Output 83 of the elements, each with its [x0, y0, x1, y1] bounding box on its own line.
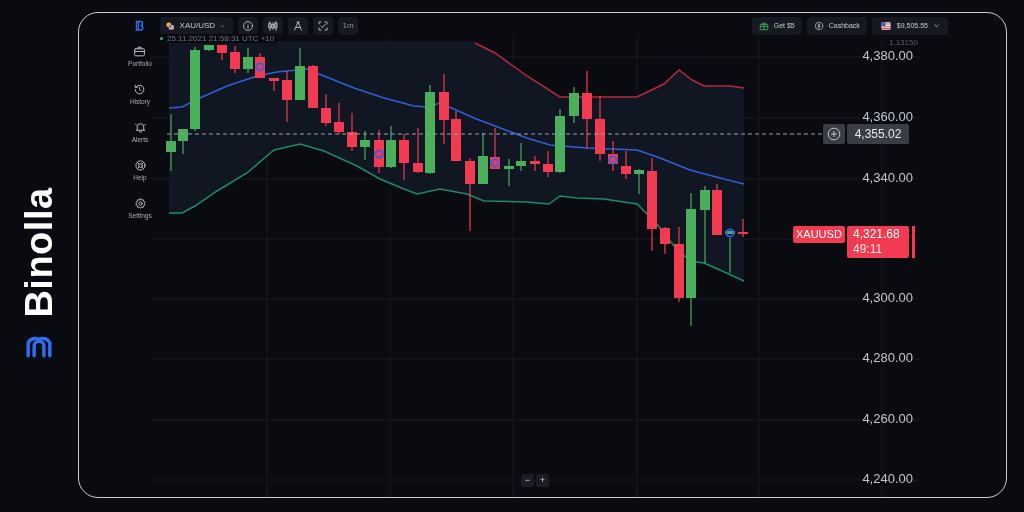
settings-icon — [133, 197, 147, 210]
candle — [347, 112, 357, 152]
price-axis-label: 4,240.00 — [861, 471, 913, 486]
candle — [230, 45, 240, 74]
candle — [490, 127, 500, 170]
candle — [178, 128, 188, 155]
price-axis-label: 4,340.00 — [861, 170, 913, 185]
candle — [660, 226, 670, 255]
brand-logo-text: Binolla — [17, 186, 61, 318]
candle — [374, 129, 384, 174]
candle — [204, 44, 214, 52]
candle — [269, 77, 279, 92]
trade-marker-icon — [490, 158, 500, 168]
timeframe-button[interactable]: 1m — [338, 16, 358, 35]
candle — [569, 86, 579, 124]
trade-marker-icon — [255, 62, 265, 72]
candle — [243, 47, 253, 74]
briefcase-icon — [133, 45, 147, 58]
candle — [555, 108, 565, 174]
timestamp-text: 25.11.2021 21:58:31 UTC +10 — [167, 34, 275, 43]
corner-value: 1.13150 — [889, 38, 918, 47]
candle — [360, 130, 370, 161]
candle — [386, 125, 396, 169]
candle — [530, 155, 540, 172]
candle — [217, 44, 227, 61]
candle — [295, 47, 305, 101]
flag-icon — [879, 20, 892, 31]
symbol-tag: XAUUSD — [793, 226, 845, 243]
help-icon — [133, 159, 147, 172]
info-icon — [242, 19, 254, 32]
compass-icon — [292, 19, 304, 32]
price-axis-label: 4,280.00 — [861, 350, 913, 365]
trade-marker-icon — [374, 149, 384, 159]
chart-type-button[interactable] — [263, 16, 283, 35]
bell-icon — [133, 121, 147, 134]
trade-marker-icon — [608, 155, 618, 165]
candle — [166, 113, 176, 172]
candle — [516, 142, 526, 172]
price-axis-label: 4,360.00 — [861, 109, 913, 124]
candle — [504, 158, 514, 187]
candle — [451, 110, 461, 162]
candle — [634, 168, 644, 195]
info-button[interactable] — [238, 16, 258, 35]
candle — [413, 127, 423, 174]
gift-icon — [758, 20, 769, 31]
candle — [478, 132, 488, 185]
candle — [308, 64, 318, 109]
candle — [439, 73, 449, 145]
drawing-tools-button[interactable] — [288, 16, 308, 35]
price-axis-label: 4,380.00 — [861, 48, 913, 63]
candle — [399, 133, 409, 181]
candle — [712, 183, 722, 236]
candle — [738, 218, 748, 238]
price-marker — [912, 226, 915, 258]
indicators-button[interactable] — [313, 16, 333, 35]
app-logo-icon — [134, 19, 146, 33]
candle — [543, 150, 553, 178]
zoom-in-button[interactable]: + — [536, 474, 549, 487]
add-alert-button[interactable] — [823, 124, 845, 144]
candle — [608, 140, 618, 172]
candle — [282, 70, 292, 123]
candle — [621, 150, 631, 180]
candle — [334, 102, 344, 135]
candle — [255, 52, 265, 79]
price-axis-label: 4,300.00 — [861, 290, 913, 305]
indicators-icon — [317, 19, 329, 32]
flag-icon — [166, 19, 175, 32]
price-line-label: 4,355.02 — [847, 124, 909, 144]
coin-icon — [813, 20, 824, 31]
current-price-text: 4,321.68 — [853, 227, 901, 242]
candle — [595, 95, 605, 162]
plus-icon — [827, 127, 841, 141]
zoom-out-button[interactable]: − — [521, 474, 534, 487]
candle — [321, 93, 331, 127]
trade-marker-icon — [725, 228, 735, 238]
asset-selector[interactable]: XAU/USD — [160, 16, 233, 35]
history-icon — [133, 83, 147, 96]
candle — [725, 231, 735, 274]
caret-icon — [933, 22, 940, 29]
countdown-text: 49:11 — [853, 242, 884, 257]
price-axis-label: 4,260.00 — [861, 411, 913, 426]
live-dot — [160, 37, 163, 40]
candles-icon — [267, 19, 279, 32]
